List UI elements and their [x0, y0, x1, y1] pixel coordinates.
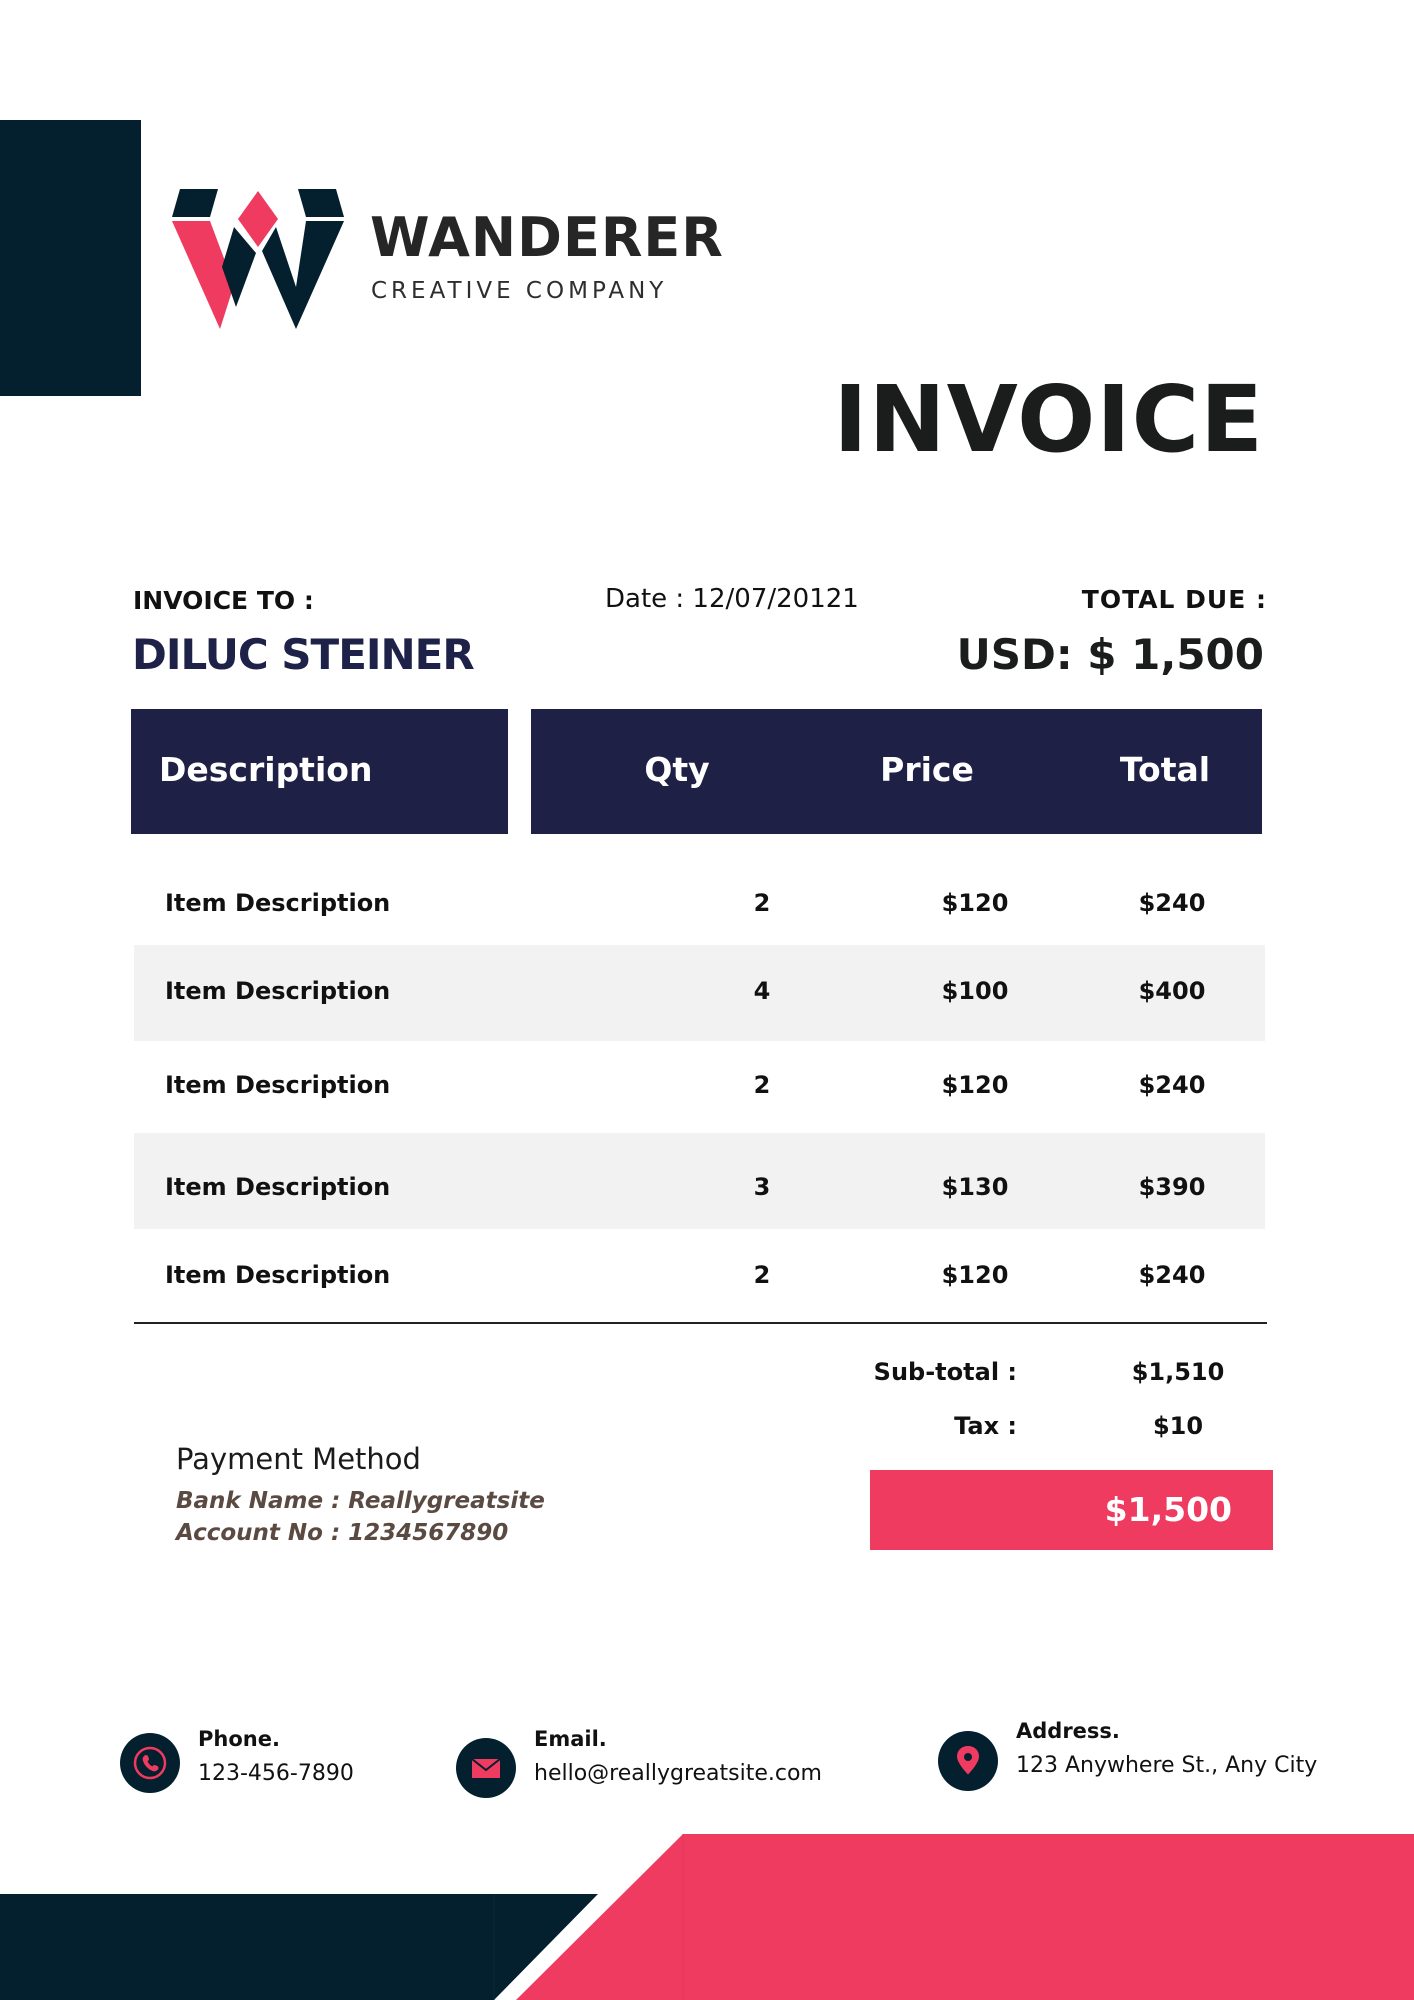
row-price: $130 [941, 1173, 1009, 1201]
location-pin-icon [938, 1731, 998, 1791]
row-total: $390 [1138, 1173, 1206, 1201]
left-accent-block [0, 120, 141, 396]
row-total: $400 [1138, 977, 1206, 1005]
brand-tagline: CREATIVE COMPANY [371, 278, 668, 304]
table-divider [134, 1322, 1267, 1324]
account-number: Account No : 1234567890 [176, 1520, 509, 1546]
row-qty: 3 [753, 1173, 771, 1201]
footer-decoration [0, 1834, 1414, 2000]
row-total: $240 [1138, 1261, 1206, 1289]
row-description: Item Description [165, 1071, 391, 1099]
column-header-price: Price [880, 750, 974, 789]
tax-label: Tax : [954, 1412, 1017, 1440]
row-qty: 2 [753, 889, 771, 917]
row-description: Item Description [165, 1261, 391, 1289]
tax-value: $10 [1152, 1412, 1204, 1440]
row-total: $240 [1138, 1071, 1206, 1099]
address-value: 123 Anywhere St., Any City [1016, 1753, 1318, 1778]
row-total: $240 [1138, 889, 1206, 917]
row-description: Item Description [165, 1173, 391, 1201]
row-qty: 4 [753, 977, 771, 1005]
email-value: hello@reallygreatsite.com [534, 1761, 822, 1786]
subtotal-label: Sub-total : [873, 1358, 1017, 1386]
invoice-date: Date : 12/07/20121 [605, 584, 859, 614]
address-label: Address. [1016, 1719, 1120, 1743]
column-header-description: Description [159, 750, 373, 789]
row-price: $120 [941, 1071, 1009, 1099]
total-due-label: TOTAL DUE : [1081, 585, 1267, 614]
subtotal-value: $1,510 [1131, 1358, 1225, 1386]
row-description: Item Description [165, 889, 391, 917]
brand-name: WANDERER [370, 206, 724, 269]
row-price: $120 [941, 889, 1009, 917]
invoice-to-label: INVOICE TO : [133, 586, 314, 615]
payment-method-title: Payment Method [176, 1442, 421, 1476]
phone-label: Phone. [198, 1727, 280, 1751]
bank-name: Bank Name : Reallygreatsite [176, 1488, 545, 1514]
row-qty: 2 [753, 1071, 771, 1099]
row-description: Item Description [165, 977, 391, 1005]
total-due-amount: USD: $ 1,500 [956, 630, 1264, 679]
email-icon [456, 1738, 516, 1798]
client-name: DILUC STEINER [132, 630, 475, 679]
row-price: $100 [941, 977, 1009, 1005]
grand-total-value: $1,500 [1104, 1490, 1232, 1529]
phone-value: 123-456-7890 [198, 1761, 354, 1786]
row-qty: 2 [753, 1261, 771, 1289]
wanderer-logo-icon [172, 189, 344, 329]
document-title: INVOICE [833, 366, 1264, 473]
column-header-qty: Qty [644, 750, 710, 789]
row-price: $120 [941, 1261, 1009, 1289]
email-label: Email. [534, 1727, 607, 1751]
phone-icon [120, 1733, 180, 1793]
column-header-total: Total [1119, 750, 1211, 789]
